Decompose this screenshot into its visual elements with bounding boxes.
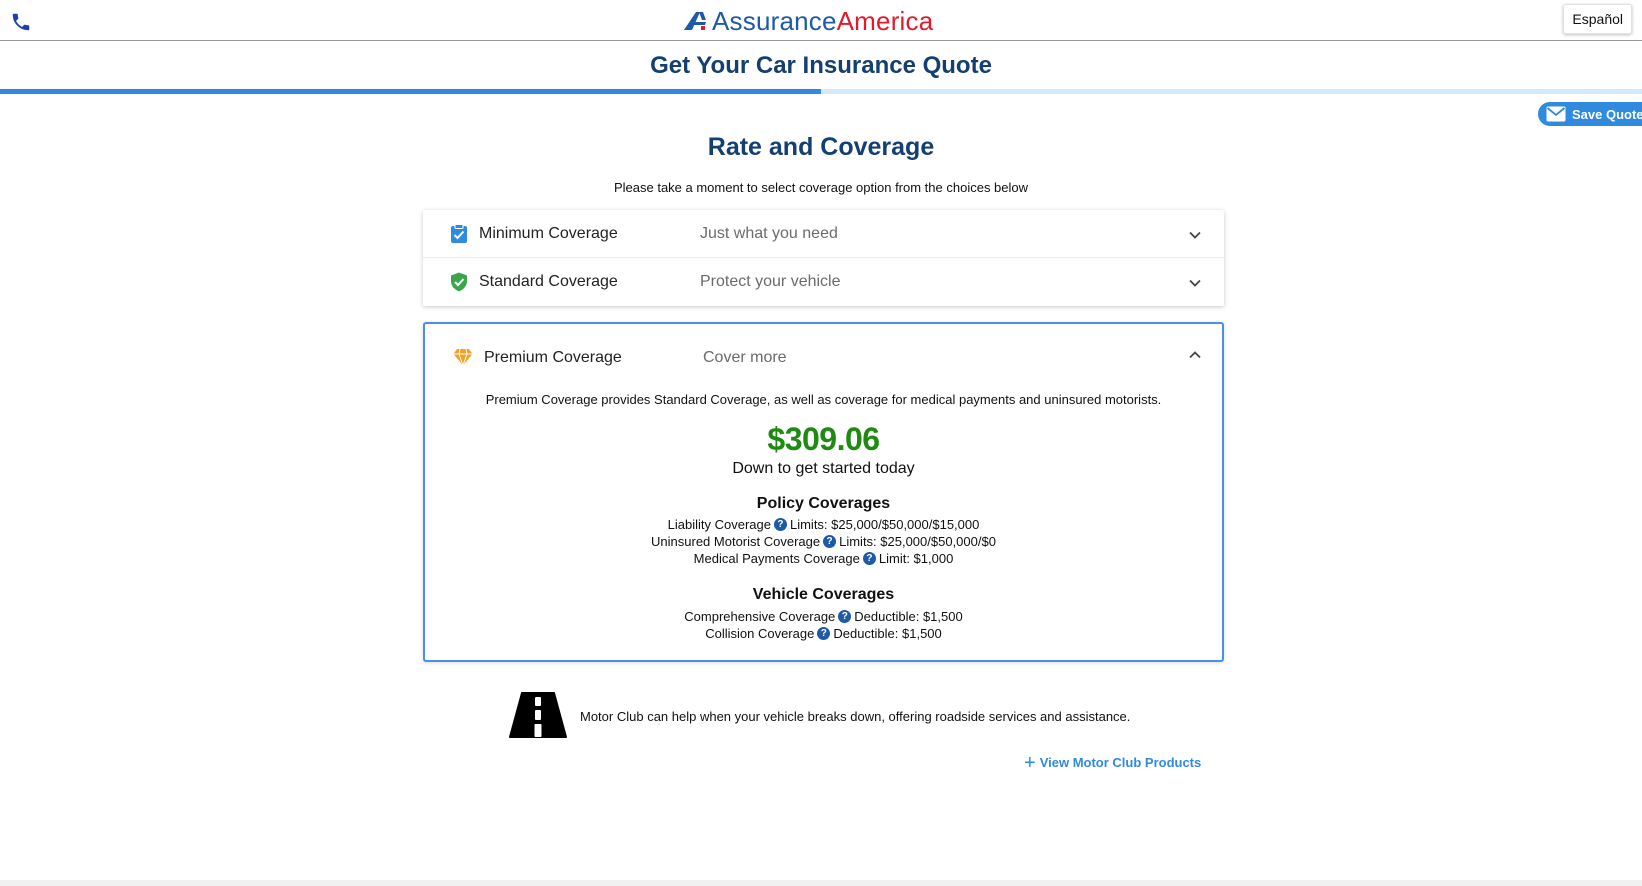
- coverage-value: Limits: $25,000/$50,000/$0: [839, 534, 996, 549]
- shield-check-icon: [451, 272, 467, 292]
- chevron-down-icon[interactable]: [1188, 228, 1202, 242]
- policy-coverage-line: Medical Payments Coverage ? Limit: $1,00…: [425, 551, 1222, 566]
- envelope-icon: [1546, 106, 1566, 122]
- help-icon[interactable]: ?: [838, 610, 852, 623]
- coverage-description: Just what you need: [700, 224, 838, 242]
- help-icon[interactable]: ?: [773, 518, 787, 531]
- coverage-label: Uninsured Motorist Coverage: [651, 534, 821, 549]
- help-icon[interactable]: ?: [862, 552, 876, 565]
- price-amount: $309.06: [767, 421, 880, 457]
- premium-coverage-header[interactable]: Premium Coverage Cover more: [425, 324, 1222, 372]
- top-bar: Assurance America Español: [0, 0, 1642, 41]
- accordion-standard-coverage[interactable]: Standard Coverage Protect your vehicle: [423, 258, 1224, 306]
- section-title: Rate and Coverage: [707, 133, 935, 161]
- coverage-value: Deductible: $1,500: [854, 609, 963, 624]
- coverage-label: Liability Coverage: [667, 517, 771, 532]
- chevron-up-icon[interactable]: [1188, 348, 1202, 362]
- coverage-description: Protect your vehicle: [700, 273, 841, 290]
- vehicle-coverage-line: Comprehensive Coverage ? Deductible: $1,…: [425, 609, 1222, 624]
- coverage-label: Medical Payments Coverage: [693, 551, 860, 566]
- coverage-label: Collision Coverage: [705, 626, 815, 641]
- accordion-premium-coverage: Premium Coverage Cover more Premium Cove…: [423, 322, 1224, 662]
- plus-icon: +: [1024, 751, 1036, 774]
- chevron-down-icon[interactable]: [1188, 276, 1202, 290]
- vehicle-coverage-line: Collision Coverage ? Deductible: $1,500: [425, 626, 1222, 641]
- vehicle-coverages-title: Vehicle Coverages: [752, 586, 895, 603]
- help-icon[interactable]: ?: [817, 627, 831, 640]
- phone-icon[interactable]: [10, 11, 32, 33]
- accordion-minimum-coverage[interactable]: Minimum Coverage Just what you need: [423, 210, 1224, 258]
- coverage-name: Premium Coverage: [484, 349, 622, 366]
- premium-description: Premium Coverage provides Standard Cover…: [485, 392, 1162, 407]
- coverage-value: Limits: $25,000/$50,000/$15,000: [789, 517, 980, 532]
- view-motor-club-products-link[interactable]: + View Motor Club Products: [1024, 751, 1202, 774]
- coverage-label: Comprehensive Coverage: [684, 609, 836, 624]
- coverage-name: Minimum Coverage: [479, 224, 618, 242]
- coverage-description: Cover more: [703, 349, 787, 366]
- road-icon: [509, 692, 567, 738]
- diamond-icon: [453, 348, 473, 367]
- logo-mark-icon: [684, 12, 706, 30]
- language-toggle-button[interactable]: Español: [1563, 4, 1632, 34]
- progress-bar: [0, 89, 1642, 94]
- help-icon[interactable]: ?: [823, 535, 837, 548]
- section-subtitle: Please take a moment to select coverage …: [613, 180, 1029, 195]
- assurance-america-logo[interactable]: Assurance America: [682, 6, 933, 36]
- coverage-value: Limit: $1,000: [878, 551, 954, 566]
- logo-text-america: America: [836, 5, 934, 36]
- save-quote-label: Save Quote: [1572, 106, 1642, 122]
- coverage-value: Deductible: $1,500: [833, 626, 942, 641]
- motor-club-text: Motor Club can help when your vehicle br…: [580, 709, 1131, 724]
- clipboard-check-icon: [451, 224, 467, 243]
- price-caption: Down to get started today: [732, 460, 915, 477]
- coverage-name: Standard Coverage: [479, 273, 618, 290]
- progress-bar-fill: [0, 89, 821, 94]
- policy-coverage-line: Uninsured Motorist Coverage ? Limits: $2…: [425, 534, 1222, 549]
- logo-text-assurance: Assurance: [712, 5, 837, 36]
- view-motor-club-label: View Motor Club Products: [1039, 755, 1202, 770]
- save-quote-button[interactable]: Save Quote: [1538, 102, 1642, 126]
- page-title: Get Your Car Insurance Quote: [650, 52, 992, 79]
- coverage-accordion-group: Minimum Coverage Just what you need Stan…: [423, 210, 1224, 306]
- policy-coverage-line: Liability Coverage ? Limits: $25,000/$50…: [425, 517, 1222, 532]
- policy-coverages-title: Policy Coverages: [756, 495, 891, 512]
- footer-strip: [0, 880, 1642, 886]
